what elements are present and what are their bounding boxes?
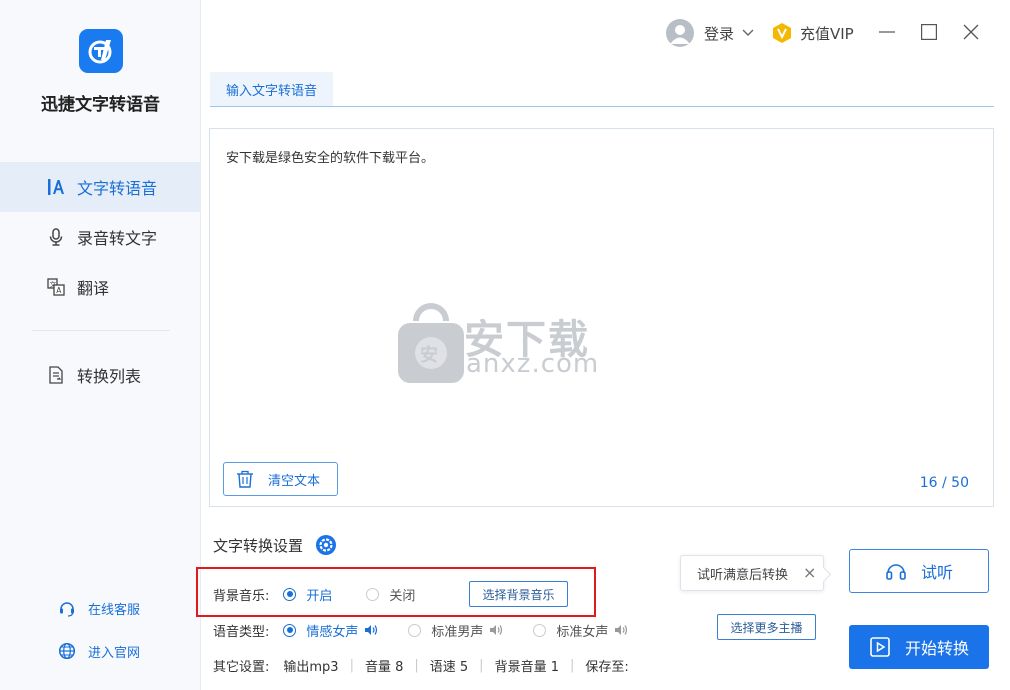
start-convert-label: 开始转换 bbox=[904, 639, 969, 658]
background-music-label: 背景音乐: bbox=[213, 588, 270, 604]
close-button[interactable] bbox=[962, 22, 980, 42]
trash-icon bbox=[236, 470, 254, 488]
volume-icon[interactable] bbox=[489, 624, 503, 636]
save-to-value[interactable]: 保存至: bbox=[585, 656, 628, 675]
minimize-icon bbox=[879, 31, 895, 33]
voice-option-label: 标准女声 bbox=[556, 624, 609, 640]
choose-more-voices-label: 选择更多主播 bbox=[730, 620, 803, 635]
other-settings-label: 其它设置: bbox=[213, 659, 270, 675]
close-icon bbox=[963, 24, 979, 40]
sidebar-item-label: 翻译 bbox=[77, 279, 110, 298]
tab-underline bbox=[210, 106, 994, 107]
listen-button[interactable]: 试听 bbox=[849, 549, 989, 593]
sidebar-item-text-to-speech[interactable]: 文字转语音 bbox=[0, 162, 201, 212]
text-editor[interactable]: 安下载是绿色安全的软件下载平台。 安 安下载 anxz.com 清空文本 16 … bbox=[209, 128, 994, 507]
voice-option-label: 标准男声 bbox=[431, 624, 484, 640]
volume-icon[interactable] bbox=[614, 624, 628, 636]
sidebar-item-convert-list[interactable]: 转换列表 bbox=[0, 350, 201, 400]
tooltip-close-icon[interactable]: × bbox=[803, 565, 817, 581]
app-name: 迅捷文字转语音 bbox=[41, 95, 160, 115]
settings-title-text: 文字转换设置 bbox=[213, 536, 304, 555]
maximize-button[interactable] bbox=[920, 22, 938, 42]
online-support-link[interactable]: 在线客服 bbox=[58, 597, 140, 619]
choose-background-music-label: 选择背景音乐 bbox=[482, 587, 555, 602]
radio-selected-icon bbox=[283, 623, 297, 637]
sidebar-divider bbox=[32, 330, 170, 331]
official-site-label: 进入官网 bbox=[88, 645, 141, 661]
translate-icon: 文A bbox=[46, 277, 66, 297]
watermark-badge: 安 bbox=[420, 345, 438, 366]
watermark: 安 安下载 anxz.com bbox=[396, 301, 626, 391]
character-counter: 16 / 50 bbox=[919, 475, 969, 491]
headset-support-icon bbox=[58, 599, 76, 617]
bgm-off-radio[interactable]: 关闭 bbox=[366, 585, 415, 604]
bgm-on-radio[interactable]: 开启 bbox=[283, 585, 332, 604]
output-format-value[interactable]: 输出mp3 bbox=[283, 656, 338, 675]
official-site-link[interactable]: 进入官网 bbox=[58, 640, 140, 662]
choose-background-music-button[interactable]: 选择背景音乐 bbox=[469, 581, 568, 607]
tab-label: 输入文字转语音 bbox=[226, 83, 318, 99]
separator: | bbox=[349, 657, 354, 673]
login-button[interactable]: 登录 bbox=[666, 18, 754, 48]
maximize-icon bbox=[921, 24, 937, 40]
sidebar-item-label: 录音转文字 bbox=[77, 229, 158, 248]
other-settings-row: 其它设置: 输出mp3 | 音量 8 | 语速 5 | 背景音量 1 | 保存至… bbox=[213, 655, 629, 675]
avatar bbox=[666, 19, 694, 47]
clear-text-button[interactable]: 清空文本 bbox=[223, 462, 338, 496]
sidebar: 迅捷文字转语音 文字转语音 录音转文字 文A 翻译 转换列表 在线客服 进入官网 bbox=[0, 0, 201, 690]
voice-standard-female-radio[interactable]: 标准女声 bbox=[533, 621, 628, 640]
radio-selected-icon bbox=[283, 587, 297, 601]
vip-crown-icon bbox=[771, 22, 793, 44]
minimize-button[interactable] bbox=[878, 22, 896, 42]
voice-type-label: 语音类型: bbox=[213, 624, 270, 640]
separator: | bbox=[569, 657, 575, 673]
app-logo-icon bbox=[88, 40, 112, 64]
volume-icon[interactable] bbox=[364, 624, 378, 636]
voice-type-row: 语音类型: 情感女声 标准男声 标准女声 bbox=[213, 620, 628, 640]
radio-empty-icon bbox=[366, 587, 380, 601]
clear-text-label: 清空文本 bbox=[268, 473, 321, 489]
user-avatar-icon bbox=[670, 25, 690, 44]
chevron-down-icon bbox=[742, 29, 754, 37]
sidebar-item-recording-to-text[interactable]: 录音转文字 bbox=[0, 212, 201, 262]
listen-tooltip: 试听满意后转换 × bbox=[680, 555, 824, 591]
volume-value[interactable]: 音量 8 bbox=[365, 656, 403, 675]
tab-input-text-to-speech[interactable]: 输入文字转语音 bbox=[210, 72, 334, 106]
listen-label: 试听 bbox=[920, 563, 953, 582]
svg-text:A: A bbox=[56, 286, 62, 295]
speed-value[interactable]: 语速 5 bbox=[430, 656, 468, 675]
microphone-icon bbox=[46, 227, 66, 247]
vip-label: 充值VIP bbox=[800, 24, 854, 43]
settings-title: 文字转换设置 bbox=[213, 534, 337, 556]
app-logo bbox=[79, 29, 123, 73]
online-support-label: 在线客服 bbox=[88, 602, 141, 618]
bg-volume-value[interactable]: 背景音量 1 bbox=[495, 656, 559, 675]
tooltip-text: 试听满意后转换 bbox=[697, 567, 789, 583]
start-convert-button[interactable]: 开始转换 bbox=[849, 625, 989, 669]
gear-icon[interactable] bbox=[315, 534, 337, 556]
vip-button[interactable]: 充值VIP bbox=[771, 18, 854, 48]
bgm-off-label: 关闭 bbox=[389, 588, 416, 604]
voice-option-label: 情感女声 bbox=[306, 624, 359, 640]
voice-standard-male-radio[interactable]: 标准男声 bbox=[408, 621, 503, 640]
sidebar-item-label: 转换列表 bbox=[77, 367, 142, 386]
separator: | bbox=[414, 657, 419, 673]
radio-empty-icon bbox=[533, 623, 547, 637]
voice-emotional-female-radio[interactable]: 情感女声 bbox=[283, 621, 378, 640]
separator: | bbox=[479, 657, 484, 673]
globe-icon bbox=[58, 642, 76, 660]
bgm-on-label: 开启 bbox=[306, 588, 333, 604]
sidebar-item-label: 文字转语音 bbox=[77, 179, 158, 198]
headphones-icon bbox=[885, 560, 907, 582]
radio-empty-icon bbox=[408, 623, 422, 637]
play-icon bbox=[869, 636, 891, 658]
background-music-row: 背景音乐: 开启 关闭 bbox=[213, 584, 415, 604]
sidebar-item-translate[interactable]: 文A 翻译 bbox=[0, 262, 201, 312]
choose-more-voices-button[interactable]: 选择更多主播 bbox=[717, 614, 816, 640]
editor-content[interactable]: 安下载是绿色安全的软件下载平台。 bbox=[226, 147, 434, 166]
login-label: 登录 bbox=[704, 24, 735, 43]
watermark-sub: anxz.com bbox=[466, 349, 600, 379]
text-a-icon bbox=[46, 177, 66, 197]
convert-list-icon bbox=[46, 365, 66, 385]
